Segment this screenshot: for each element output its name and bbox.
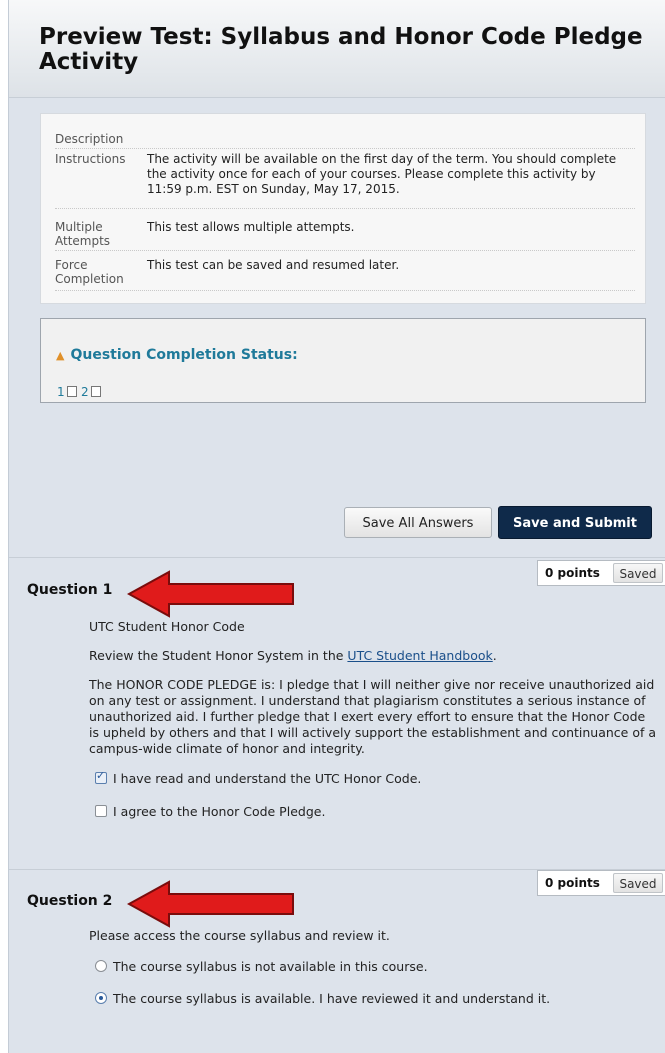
question-2-prompt: Please access the course syllabus and re… — [89, 928, 390, 943]
status-link-question-1[interactable]: 1 — [57, 385, 77, 399]
arrow-pointer-icon — [127, 880, 294, 928]
question-1-points: 0 points — [545, 566, 600, 580]
arrow-pointer-icon — [127, 570, 294, 618]
question-1-option-1[interactable]: I have read and understand the UTC Honor… — [95, 769, 421, 786]
instructions-value: The activity will be available on the fi… — [147, 152, 617, 196]
checkbox-checked-icon[interactable] — [95, 769, 107, 784]
force-completion-row: Force Completion This test can be saved … — [55, 256, 635, 291]
description-label: Description — [55, 132, 124, 146]
question-2-points: 0 points — [545, 876, 600, 890]
question-2-points-box: 0 points Saved — [537, 870, 665, 896]
question-2-option-1[interactable]: The course syllabus is not available in … — [95, 959, 428, 974]
question-1-points-box: 0 points Saved — [537, 560, 665, 586]
force-completion-value: This test can be saved and resumed later… — [147, 258, 400, 272]
question-2-saved-badge: Saved — [613, 873, 663, 893]
question-1-pledge-text: The HONOR CODE PLEDGE is: I pledge that … — [89, 677, 657, 756]
collapse-chevron-icon: ▲ — [56, 349, 65, 362]
page-title: Preview Test: Syllabus and Honor Code Pl… — [39, 24, 643, 75]
radio-icon[interactable] — [95, 960, 107, 972]
multiple-attempts-value: This test allows multiple attempts. — [147, 220, 355, 234]
question-separator — [9, 557, 665, 558]
test-details-box: Description Instructions The activity wi… — [40, 113, 646, 304]
description-row: Description — [55, 130, 635, 149]
completion-status-toggle[interactable]: ▲ Question Completion Status: — [56, 347, 298, 363]
question-1-saved-badge: Saved — [613, 563, 663, 583]
status-link-question-2[interactable]: 2 — [81, 385, 101, 399]
force-completion-label: Force Completion — [55, 258, 124, 286]
multiple-attempts-row: Multiple Attempts This test allows multi… — [55, 218, 635, 251]
save-and-submit-button[interactable]: Save and Submit — [498, 506, 652, 539]
completion-status-title: Question Completion Status: — [70, 347, 298, 363]
instructions-row: Instructions The activity will be availa… — [55, 150, 635, 209]
question-2-option-2[interactable]: The course syllabus is available. I have… — [95, 991, 550, 1006]
save-all-answers-button[interactable]: Save All Answers — [344, 507, 492, 538]
page-icon — [66, 386, 77, 397]
question-1-title: Question 1 — [27, 582, 113, 598]
test-frame: Preview Test: Syllabus and Honor Code Pl… — [8, 0, 665, 1053]
multiple-attempts-label: Multiple Attempts — [55, 220, 111, 248]
instructions-label: Instructions — [55, 152, 126, 166]
question-completion-status: ▲ Question Completion Status: 1 2 — [40, 318, 646, 403]
title-bar: Preview Test: Syllabus and Honor Code Pl… — [9, 0, 665, 98]
checkbox-icon[interactable] — [95, 805, 107, 817]
question-2-title: Question 2 — [27, 893, 113, 909]
question-1-option-2[interactable]: I agree to the Honor Code Pledge. — [95, 804, 325, 819]
student-handbook-link[interactable]: UTC Student Handbook — [347, 648, 492, 663]
question-1-review-text: Review the Student Honor System in the U… — [89, 648, 497, 663]
page-icon — [90, 386, 101, 397]
question-1-heading: UTC Student Honor Code — [89, 619, 245, 634]
radio-selected-icon[interactable] — [95, 992, 107, 1004]
